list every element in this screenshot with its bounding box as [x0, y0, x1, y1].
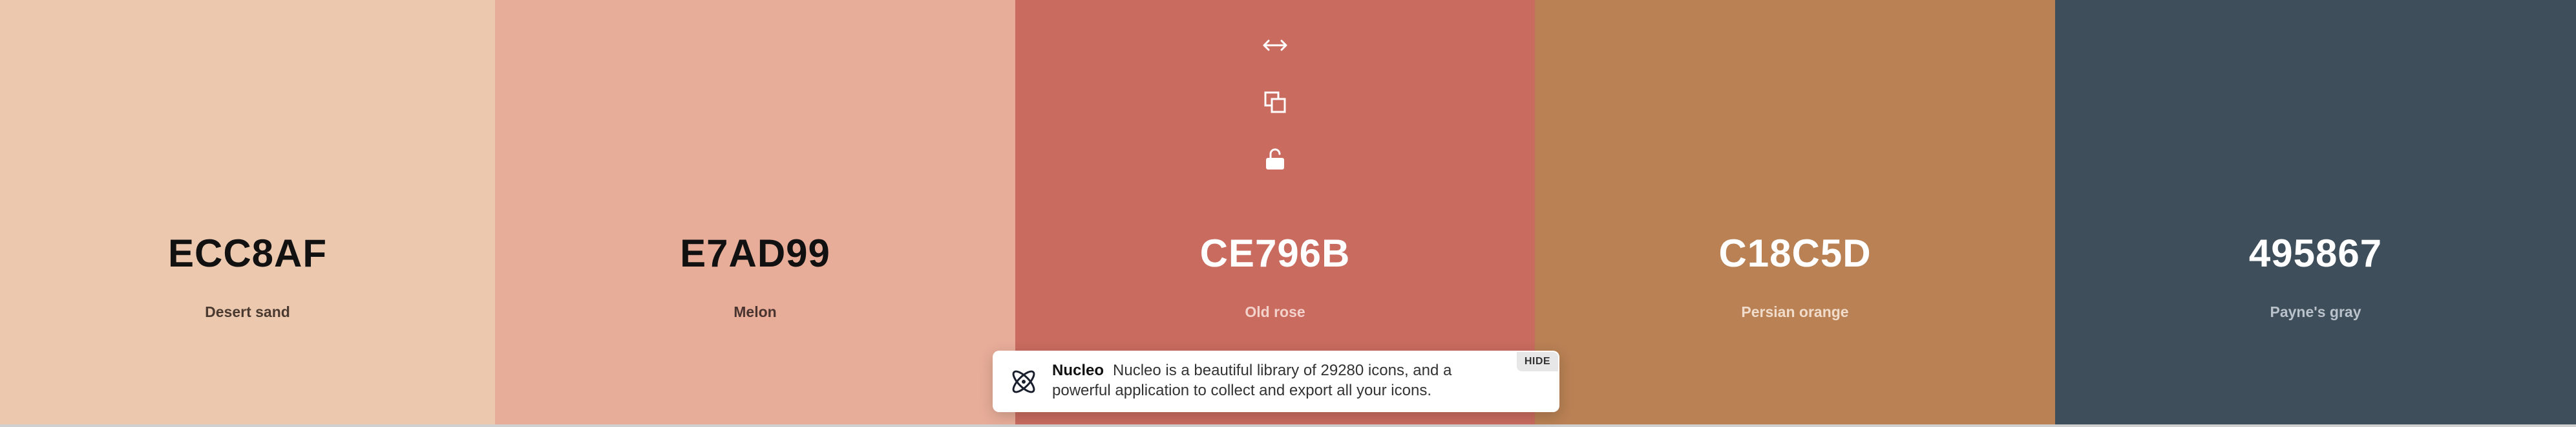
toast-text[interactable]: Nucleo Nucleo is a beautiful library of 2… — [1052, 360, 1472, 400]
toast-brand[interactable]: Nucleo — [1052, 362, 1104, 379]
ad-toast: Nucleo Nucleo is a beautiful library of 2… — [993, 351, 1559, 412]
color-name[interactable]: Payne's gray — [2055, 302, 2576, 322]
drag-horizontal-icon[interactable] — [1261, 31, 1289, 60]
color-name[interactable]: Melon — [495, 302, 1015, 322]
nucleo-logo-icon[interactable] — [1008, 366, 1039, 397]
unlock-icon[interactable] — [1261, 145, 1289, 173]
copy-icon[interactable] — [1261, 88, 1289, 116]
color-name[interactable]: Desert sand — [0, 302, 495, 322]
color-hex[interactable]: CE796B — [1015, 230, 1535, 278]
hide-button[interactable]: HIDE — [1517, 352, 1558, 371]
color-name[interactable]: Persian orange — [1535, 302, 2055, 322]
color-swatch-paynes-gray[interactable]: 495867 Payne's gray — [2055, 0, 2576, 427]
color-swatch-desert-sand[interactable]: ECC8AF Desert sand — [0, 0, 495, 427]
page-divider — [0, 424, 2576, 427]
color-hex[interactable]: ECC8AF — [0, 230, 495, 278]
color-swatch-persian-orange[interactable]: C18C5D Persian orange — [1535, 0, 2055, 427]
color-hex[interactable]: E7AD99 — [495, 230, 1015, 278]
toast-message[interactable]: Nucleo is a beautiful library of 29280 i… — [1052, 362, 1452, 399]
color-swatch-melon[interactable]: E7AD99 Melon — [495, 0, 1015, 427]
color-hex[interactable]: C18C5D — [1535, 230, 2055, 278]
color-name[interactable]: Old rose — [1015, 302, 1535, 322]
color-hex[interactable]: 495867 — [2055, 230, 2576, 278]
swatch-toolbar — [1015, 31, 1535, 202]
